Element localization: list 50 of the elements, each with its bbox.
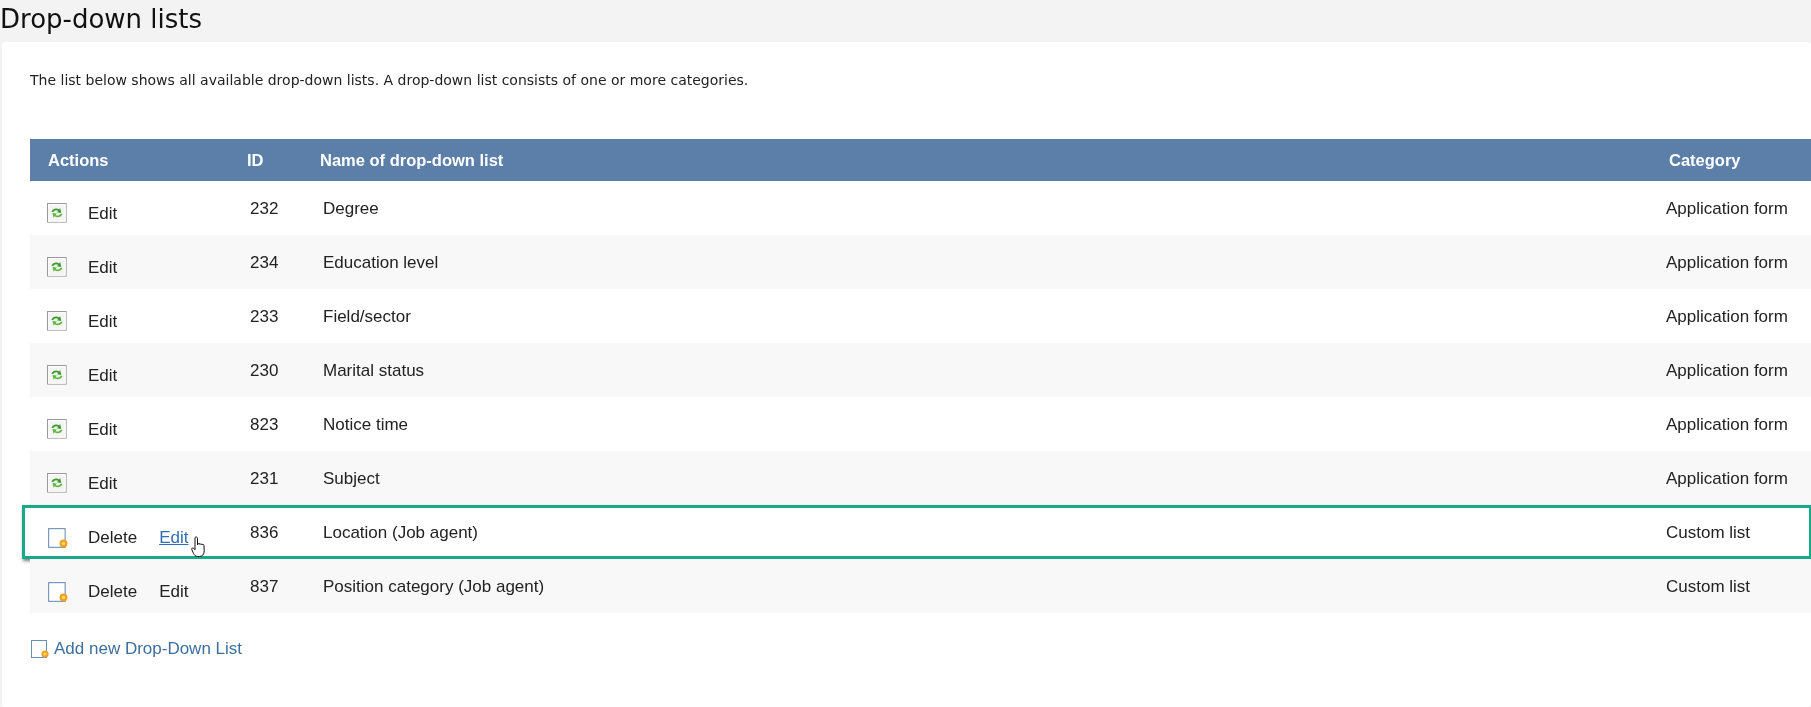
table-cell-text: Subject xyxy=(322,468,381,490)
table-cell-text: 230 xyxy=(249,360,280,382)
table-cell-text: 232 xyxy=(249,198,280,220)
document-icon xyxy=(47,581,69,603)
document-icon xyxy=(47,527,69,549)
action-link[interactable]: Edit xyxy=(88,258,118,277)
table-cell-text: Notice time xyxy=(322,414,410,436)
table-cell-text: 823 xyxy=(249,414,280,436)
document-icon xyxy=(30,639,50,659)
table-cell-text: 231 xyxy=(249,468,280,490)
action-link[interactable]: Edit xyxy=(88,312,118,331)
table-cell-text: Marital status xyxy=(322,360,426,382)
action-link[interactable]: Edit xyxy=(88,420,118,439)
table-cell-text: Custom list xyxy=(1665,576,1752,598)
table-cell-text: Education level xyxy=(322,252,440,274)
swap-icon xyxy=(47,473,69,495)
table-cell-text: Application form xyxy=(1665,198,1789,220)
table-cell-text: Degree xyxy=(322,198,380,220)
action-link[interactable]: Delete xyxy=(88,582,138,601)
table-cell-text: Location (Job agent) xyxy=(322,522,479,544)
table-cell-text: Application form xyxy=(1665,360,1789,382)
column-header: Category xyxy=(1668,150,1742,170)
action-link[interactable]: Edit xyxy=(88,474,118,493)
table-cell-text: 233 xyxy=(249,306,280,328)
add-list-link[interactable]: Add new Drop-Down List xyxy=(30,639,243,659)
action-link[interactable]: Edit xyxy=(88,366,118,385)
action-link[interactable]: Edit xyxy=(159,528,189,547)
swap-icon xyxy=(47,311,69,333)
swap-icon xyxy=(47,419,69,441)
action-link[interactable]: Edit xyxy=(88,204,118,223)
page-title: Drop-down lists xyxy=(0,3,204,36)
table-cell-text: 837 xyxy=(249,576,280,598)
column-header: ID xyxy=(246,150,265,170)
table-cell-text: Custom list xyxy=(1665,522,1752,544)
table-cell-text: Application form xyxy=(1665,414,1789,436)
description-text: The list below shows all available drop-down lists. A drop-down list consists of one or more categories. xyxy=(30,72,750,88)
table-cell-text: 836 xyxy=(249,522,280,544)
table-cell-text: Application form xyxy=(1665,252,1789,274)
table-cell-text: Application form xyxy=(1665,306,1789,328)
table-cell-text: Field/sector xyxy=(322,306,412,328)
swap-icon xyxy=(47,365,69,387)
column-header: Actions xyxy=(47,150,110,170)
swap-icon xyxy=(47,257,69,279)
action-link[interactable]: Edit xyxy=(159,582,189,601)
table-cell-text: Application form xyxy=(1665,468,1789,490)
table-cell-text: Position category (Job agent) xyxy=(322,576,546,598)
table-cell-text: 234 xyxy=(249,252,280,274)
swap-icon xyxy=(47,203,69,225)
action-link[interactable]: Delete xyxy=(88,528,138,547)
column-header: Name of drop-down list xyxy=(319,150,505,170)
